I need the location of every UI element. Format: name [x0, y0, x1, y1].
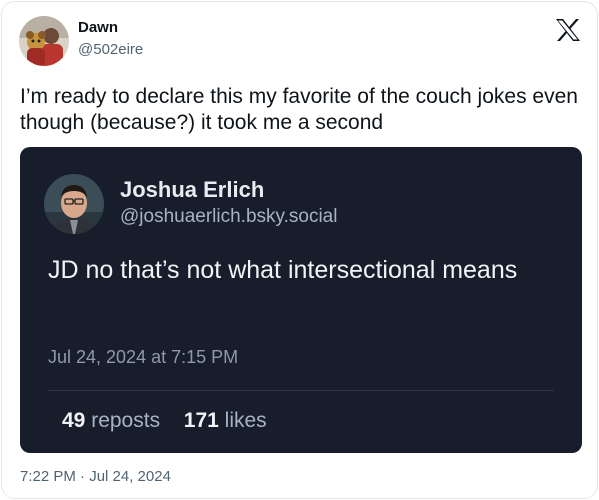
- reposts-label[interactable]: reposts: [91, 409, 160, 432]
- quoted-author-avatar[interactable]: [44, 174, 104, 234]
- quoted-divider: [48, 390, 554, 391]
- likes-count[interactable]: 171: [184, 409, 219, 432]
- quoted-post-text: JD no that’s not what intersectional mea…: [48, 256, 518, 284]
- quoted-author-name[interactable]: Joshua Erlich: [120, 177, 264, 203]
- quoted-stats: 49 reposts 171 likes: [62, 409, 267, 433]
- tweet-timestamp[interactable]: 7:22 PM · Jul 24, 2024: [20, 468, 171, 485]
- author-avatar[interactable]: [19, 16, 69, 66]
- quoted-post-card[interactable]: Joshua Erlich @joshuaerlich.bsky.social …: [20, 147, 582, 453]
- quoted-post-date: Jul 24, 2024 at 7:15 PM: [48, 347, 239, 367]
- author-name[interactable]: Dawn: [78, 19, 118, 36]
- tweet-card: Dawn @502eire I’m ready to declare this …: [1, 1, 598, 499]
- likes-label[interactable]: likes: [225, 409, 267, 432]
- reposts-count[interactable]: 49: [62, 409, 85, 432]
- tweet-text: I’m ready to declare this my favorite of…: [20, 85, 578, 134]
- x-logo-icon[interactable]: [555, 18, 581, 42]
- quoted-author-handle[interactable]: @joshuaerlich.bsky.social: [120, 206, 337, 228]
- author-handle[interactable]: @502eire: [78, 41, 143, 58]
